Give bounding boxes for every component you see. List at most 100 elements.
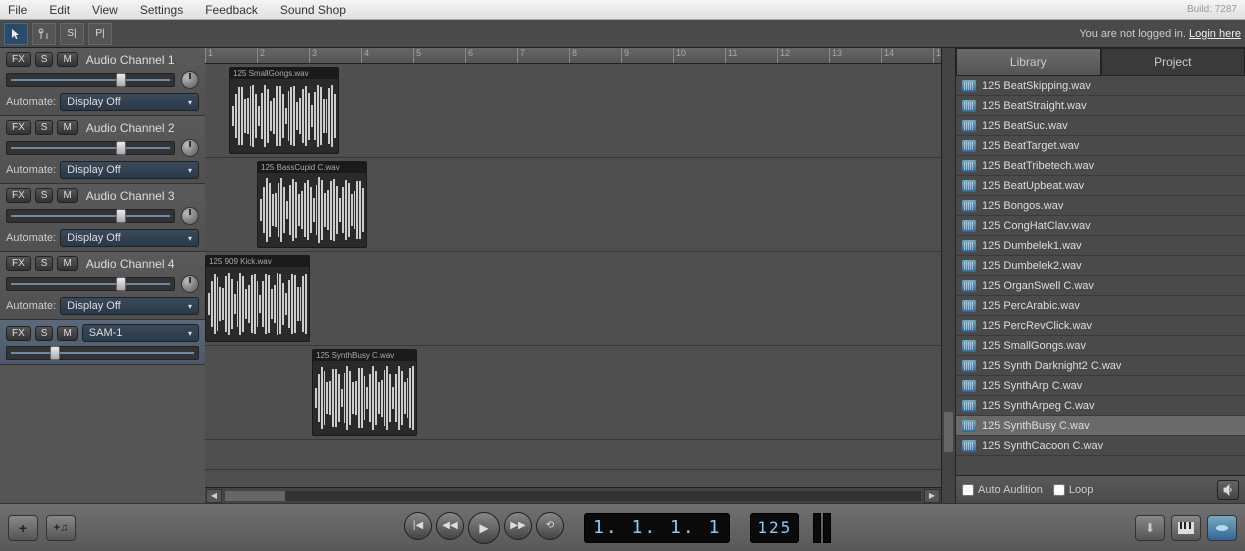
library-item[interactable]: 125 BeatSuc.wav [956,116,1245,136]
tool-split[interactable]: S| [60,23,84,45]
play-button[interactable]: ▶ [468,512,500,544]
solo-button[interactable]: S [35,52,54,67]
scroll-left-icon[interactable]: ◀ [206,489,222,503]
track-row[interactable]: 125 SmallGongs.wav [205,64,941,158]
instrument-select[interactable]: SAM-1 [82,324,199,342]
add-instrument-button[interactable]: +♫ [46,515,76,541]
library-item[interactable]: 125 SmallGongs.wav [956,336,1245,356]
menu-view[interactable]: View [92,3,118,17]
library-item[interactable]: 125 SynthArpeg C.wav [956,396,1245,416]
forward-button[interactable]: ▶▶ [504,512,532,540]
library-item[interactable]: 125 BeatSkipping.wav [956,76,1245,96]
mute-button[interactable]: M [57,326,77,341]
mute-button[interactable]: M [57,52,77,67]
track-row[interactable]: 125 SynthBusy C.wav [205,346,941,440]
audio-clip[interactable]: 125 SynthBusy C.wav [312,349,417,436]
piano-button[interactable] [1171,515,1201,541]
fx-button[interactable]: FX [6,326,31,341]
volume-slider[interactable] [6,141,175,155]
library-item[interactable]: 125 OrganSwell C.wav [956,276,1245,296]
library-item[interactable]: 125 BeatTarget.wav [956,136,1245,156]
scroll-track[interactable] [225,491,921,501]
track-row[interactable] [205,440,941,470]
volume-slider[interactable] [6,209,175,223]
solo-button[interactable]: S [35,326,54,341]
tool-pointer[interactable] [4,23,28,45]
track-row[interactable]: 125 BassCupid C.wav [205,158,941,252]
mixer-button[interactable] [1207,515,1237,541]
library-item[interactable]: 125 SynthBusy C.wav [956,416,1245,436]
ruler-tick: 4 [361,48,369,63]
audio-clip[interactable]: 125 SmallGongs.wav [229,67,339,154]
solo-button[interactable]: S [35,256,54,271]
horizontal-scrollbar[interactable]: ◀ ▶ [205,487,941,503]
mute-button[interactable]: M [57,188,77,203]
tracks-area[interactable]: 125 SmallGongs.wav125 BassCupid C.wav125… [205,64,941,487]
tool-tuning[interactable] [32,23,56,45]
volume-slider[interactable] [6,277,175,291]
library-item[interactable]: 125 Synth Darknight2 C.wav [956,356,1245,376]
add-track-button[interactable]: + [8,515,38,541]
automate-select[interactable]: Display Off [60,161,199,179]
scroll-thumb[interactable] [225,491,285,501]
menu-feedback[interactable]: Feedback [205,3,258,17]
rewind-button[interactable]: ◀◀ [436,512,464,540]
loop-checkbox[interactable]: Loop [1053,484,1093,496]
tool-draw[interactable]: P| [88,23,112,45]
audio-clip[interactable]: 125 BassCupid C.wav [257,161,367,248]
library-item[interactable]: 125 PercArabic.wav [956,296,1245,316]
library-item[interactable]: 125 Dumbelek2.wav [956,256,1245,276]
tempo-display[interactable]: 125 [750,513,799,543]
pan-knob[interactable] [181,71,199,89]
rewind-start-button[interactable]: |◀ [404,512,432,540]
scroll-right-icon[interactable]: ▶ [924,489,940,503]
menu-sound-shop[interactable]: Sound Shop [280,3,346,17]
vscroll-thumb[interactable] [944,412,953,452]
volume-slider[interactable] [6,73,175,87]
tab-project[interactable]: Project [1101,48,1245,76]
fx-button[interactable]: FX [6,120,31,135]
library-list[interactable]: 125 BeatSkipping.wav125 BeatStraight.wav… [956,76,1245,475]
library-item[interactable]: 125 BeatUpbeat.wav [956,176,1245,196]
solo-button[interactable]: S [35,120,54,135]
track-row[interactable]: 125 909 Kick.wav [205,252,941,346]
speaker-icon[interactable] [1217,480,1239,500]
fx-button[interactable]: FX [6,256,31,271]
channel-name[interactable]: Audio Channel 3 [86,189,175,203]
library-item[interactable]: 125 BeatTribetech.wav [956,156,1245,176]
mute-button[interactable]: M [57,256,77,271]
timeline-ruler[interactable]: 123456789101112131415 [205,48,941,64]
tab-library[interactable]: Library [956,48,1101,76]
download-button[interactable]: ⬇ [1135,515,1165,541]
library-item[interactable]: 125 PercRevClick.wav [956,316,1245,336]
menu-edit[interactable]: Edit [49,3,70,17]
automate-select[interactable]: Display Off [60,93,199,111]
login-link[interactable]: Login here [1189,28,1241,40]
mute-button[interactable]: M [57,120,77,135]
library-item[interactable]: 125 CongHatClav.wav [956,216,1245,236]
fx-button[interactable]: FX [6,188,31,203]
menu-file[interactable]: File [8,3,27,17]
channel-name[interactable]: Audio Channel 2 [86,121,175,135]
library-item[interactable]: 125 Dumbelek1.wav [956,236,1245,256]
automate-select[interactable]: Display Off [60,297,199,315]
pan-knob[interactable] [181,207,199,225]
library-item[interactable]: 125 SynthArp C.wav [956,376,1245,396]
vertical-scrollbar[interactable] [941,48,955,503]
position-display[interactable]: 1. 1. 1. 1 [584,513,730,543]
loop-button[interactable]: ⟲ [536,512,564,540]
pan-knob[interactable] [181,139,199,157]
channel-name[interactable]: Audio Channel 4 [86,257,175,271]
pan-knob[interactable] [181,275,199,293]
channel-name[interactable]: Audio Channel 1 [86,53,175,67]
library-item[interactable]: 125 Bongos.wav [956,196,1245,216]
library-item[interactable]: 125 SynthCacoon C.wav [956,436,1245,456]
fx-button[interactable]: FX [6,52,31,67]
solo-button[interactable]: S [35,188,54,203]
volume-slider[interactable] [6,346,199,360]
library-item[interactable]: 125 BeatStraight.wav [956,96,1245,116]
auto-audition-checkbox[interactable]: Auto Audition [962,484,1043,496]
menu-settings[interactable]: Settings [140,3,183,17]
automate-select[interactable]: Display Off [60,229,199,247]
audio-clip[interactable]: 125 909 Kick.wav [205,255,310,342]
